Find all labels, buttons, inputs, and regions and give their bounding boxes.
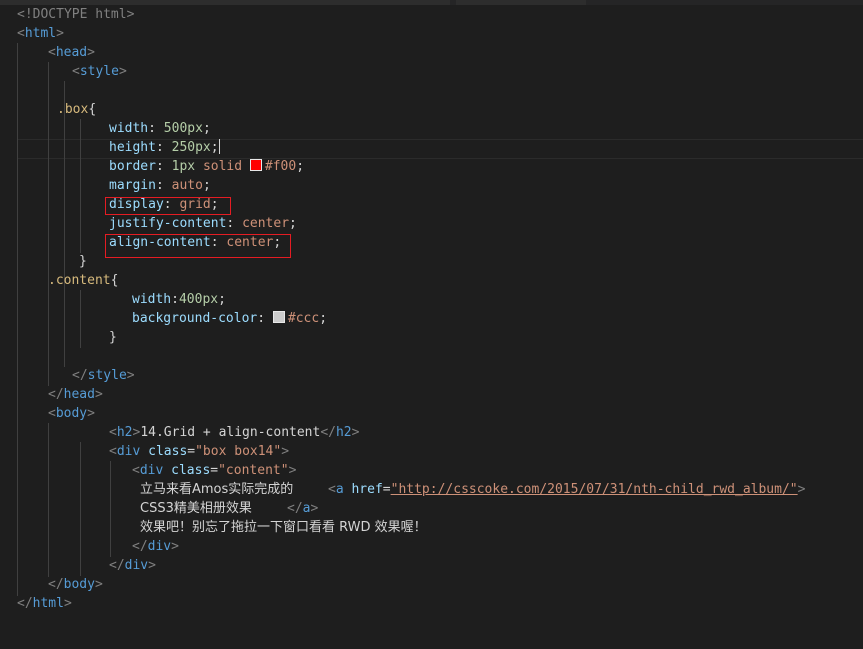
code-line: 效果吧！别忘了拖拉一下窗口看看 RWD 效果喔！ bbox=[140, 518, 427, 537]
code-line: .content{ bbox=[48, 273, 119, 288]
code-attribute: class bbox=[148, 444, 188, 459]
code-tag: div bbox=[147, 539, 172, 554]
code-text: 立马来看Amos实际完成的 bbox=[140, 482, 294, 497]
indent-guide bbox=[48, 62, 49, 386]
code-line: <h2>14.Grid + align-content</h2> bbox=[109, 425, 360, 440]
code-tag: div bbox=[116, 444, 141, 459]
code-line: justify-content: center; bbox=[109, 216, 297, 231]
code-number: 1px bbox=[171, 159, 196, 174]
code-line: <head> bbox=[48, 45, 95, 60]
code-number: 250px bbox=[171, 140, 211, 155]
code-attribute: class bbox=[171, 463, 211, 478]
code-line: .box{ bbox=[57, 102, 97, 117]
code-tag: style bbox=[87, 368, 127, 383]
editor-tab[interactable] bbox=[456, 0, 586, 5]
code-tag: body bbox=[55, 406, 88, 421]
indent-guide bbox=[80, 442, 81, 576]
code-number: 400px bbox=[178, 292, 219, 307]
code-tag: head bbox=[63, 387, 95, 402]
indent-guide bbox=[17, 43, 18, 596]
code-line: <html> bbox=[17, 26, 64, 41]
code-value: solid bbox=[202, 159, 243, 174]
code-line: height: 250px; bbox=[109, 139, 220, 155]
code-property: height bbox=[109, 140, 156, 155]
code-line: </head> bbox=[48, 387, 103, 402]
code-string: "box box14" bbox=[195, 444, 282, 459]
code-tag: h2 bbox=[335, 425, 352, 440]
code-line: <body> bbox=[48, 406, 95, 421]
code-line: CSS3精美相册效果 bbox=[140, 499, 252, 518]
code-property: background-color bbox=[132, 311, 258, 326]
code-line: <div class="content"> bbox=[132, 463, 297, 478]
code-tag: html bbox=[32, 596, 64, 611]
highlight-box-display bbox=[105, 197, 231, 215]
indent-guide bbox=[80, 119, 81, 253]
code-line: </html> bbox=[17, 596, 72, 611]
code-tag: h2 bbox=[116, 425, 133, 440]
highlight-box-align-content bbox=[105, 234, 291, 258]
code-doctype: <!DOCTYPE html> bbox=[17, 7, 135, 22]
code-text: 14.Grid + align-content bbox=[140, 425, 321, 440]
code-value: #ccc bbox=[287, 311, 320, 326]
code-selector: .content bbox=[48, 273, 111, 288]
indent-guide bbox=[80, 290, 81, 348]
code-value: auto bbox=[171, 178, 203, 193]
code-tag: body bbox=[63, 577, 95, 592]
code-number: 500px bbox=[163, 121, 203, 136]
code-line: width:400px; bbox=[132, 292, 226, 307]
code-tag: html bbox=[24, 26, 57, 41]
code-line: <style> bbox=[72, 64, 127, 79]
code-selector: .box bbox=[57, 102, 89, 117]
code-line: </div> bbox=[132, 539, 179, 554]
code-property: width bbox=[109, 121, 149, 136]
code-string: "content" bbox=[218, 463, 289, 478]
code-line: margin: auto; bbox=[109, 178, 211, 193]
code-tag: head bbox=[55, 45, 88, 60]
code-tag: style bbox=[79, 64, 119, 79]
code-line: <div class="box box14"> bbox=[109, 444, 290, 459]
code-property: justify-content bbox=[109, 216, 227, 231]
code-property: border bbox=[109, 159, 156, 174]
code-line: 立马来看Amos实际完成的 bbox=[140, 480, 293, 499]
code-line: </div> bbox=[109, 558, 156, 573]
code-line: width: 500px; bbox=[109, 121, 211, 136]
color-swatch-icon[interactable] bbox=[272, 311, 285, 323]
code-line: background-color: #ccc; bbox=[132, 311, 328, 326]
indent-guide bbox=[110, 461, 111, 557]
code-line: border: 1px solid #f00; bbox=[109, 159, 305, 174]
code-line: } bbox=[79, 254, 87, 269]
code-property: margin bbox=[109, 178, 156, 193]
code-value: center bbox=[242, 216, 290, 231]
code-tag: div bbox=[139, 463, 164, 478]
code-tag: a bbox=[335, 482, 344, 497]
indent-guide bbox=[64, 81, 65, 367]
code-text: 效果吧！别忘了拖拉一下窗口看看 RWD 效果喔！ bbox=[140, 520, 427, 535]
code-text: CSS3精美相册效果 bbox=[140, 501, 252, 516]
text-cursor bbox=[218, 139, 220, 154]
code-value: #f00 bbox=[264, 159, 297, 174]
code-line: <a href="http://csscoke.com/2015/07/31/n… bbox=[328, 482, 806, 497]
code-line: </body> bbox=[48, 577, 103, 592]
code-tag: div bbox=[124, 558, 149, 573]
code-line: </style> bbox=[72, 368, 135, 383]
code-line: } bbox=[109, 330, 117, 345]
code-property: width bbox=[132, 292, 172, 307]
color-swatch-icon[interactable] bbox=[249, 159, 262, 171]
code-line: <!DOCTYPE html> bbox=[17, 5, 134, 24]
code-attribute: href bbox=[351, 482, 383, 497]
code-line: </a> bbox=[287, 501, 319, 516]
code-url-link[interactable]: "http://csscoke.com/2015/07/31/nth-child… bbox=[391, 482, 798, 497]
indent-guide bbox=[48, 423, 49, 577]
